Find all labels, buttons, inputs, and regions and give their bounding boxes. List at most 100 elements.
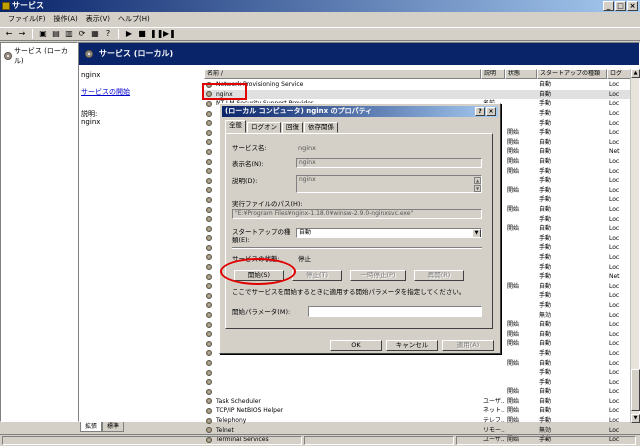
gear-icon xyxy=(4,52,12,60)
tab-dependencies[interactable]: 依存関係 xyxy=(304,122,338,133)
pause-icon[interactable]: ❚❚ xyxy=(150,29,163,39)
ok-button[interactable]: OK xyxy=(330,340,382,351)
gear-icon xyxy=(206,225,212,232)
column-header-logon[interactable]: ログ xyxy=(607,69,631,79)
tab-logon[interactable]: ログオン xyxy=(247,122,281,133)
table-row[interactable]: Telephony テレフ... 開始 手動 Loc xyxy=(204,416,639,426)
cell-logon: Net xyxy=(609,148,620,156)
cell-status: 開始 xyxy=(507,148,520,156)
gear-icon xyxy=(206,100,212,107)
column-header-description[interactable]: 説明 xyxy=(481,69,505,79)
menu-help[interactable]: ヘルプ(H) xyxy=(114,13,154,26)
close-button[interactable]: × xyxy=(627,1,638,11)
dialog-tabs: 全般 ログオン 回復 依存関係 xyxy=(225,120,339,133)
cell-status: 開始 xyxy=(507,282,520,290)
start-params-input[interactable] xyxy=(308,306,482,317)
scroll-up-arrow[interactable]: ▲ xyxy=(474,177,481,184)
help-icon[interactable]: ? xyxy=(103,29,113,39)
properties-icon[interactable]: ▥ xyxy=(64,29,74,39)
up-icon[interactable]: ▣ xyxy=(38,29,48,39)
apply-button: 適用(A) xyxy=(442,340,494,351)
gear-icon xyxy=(206,388,212,395)
start-service-link[interactable]: サービスの開始 xyxy=(81,87,130,97)
cell-logon: Loc xyxy=(609,196,620,204)
back-icon[interactable]: ← xyxy=(4,29,14,39)
tab-extended[interactable]: 拡張 xyxy=(80,422,103,432)
gear-icon xyxy=(206,340,212,347)
forward-icon[interactable]: → xyxy=(17,29,27,39)
table-row[interactable]: 開始 自動 Loc xyxy=(204,387,639,397)
refresh-icon[interactable]: ⟳ xyxy=(77,29,87,39)
cell-name: Telephony xyxy=(216,417,247,425)
exe-path-label: 実行ファイルのパス(H): xyxy=(232,200,303,208)
scroll-thumb[interactable] xyxy=(631,369,640,411)
cell-startup-type: 自動 xyxy=(539,90,552,98)
column-header-name[interactable]: 名前 / xyxy=(204,69,481,79)
cell-logon: Loc xyxy=(609,311,620,319)
table-row[interactable]: Task Scheduler ユーザ... 開始 自動 Loc xyxy=(204,397,639,407)
table-row[interactable]: 手動 Loc xyxy=(204,377,639,387)
dialog-help-button[interactable]: ? xyxy=(475,107,485,116)
menu-view[interactable]: 表示(V) xyxy=(82,13,114,26)
tab-general[interactable]: 全般 xyxy=(225,120,246,133)
cell-name: TCP/IP NetBIOS Helper xyxy=(216,407,284,415)
cell-status: 開始 xyxy=(507,340,520,348)
table-row[interactable]: 手動 Loc xyxy=(204,368,639,378)
restart-icon[interactable]: ▶❚ xyxy=(163,29,176,39)
gear-icon xyxy=(206,350,212,357)
column-header-status[interactable]: 状態 xyxy=(505,69,537,79)
cell-logon: Loc xyxy=(609,397,620,405)
stop-icon[interactable]: ■ xyxy=(137,29,147,39)
tree-icon[interactable]: ▤ xyxy=(51,29,61,39)
table-row[interactable]: Network Provisioning Service 自動 Loc xyxy=(204,80,639,90)
status-panel xyxy=(304,436,454,445)
description-value: nginx xyxy=(81,118,101,126)
maximize-button[interactable]: □ xyxy=(615,1,626,11)
column-header-startup-type[interactable]: スタートアップの種類 xyxy=(537,69,607,79)
tree-item-label: サービス (ローカル) xyxy=(13,47,68,65)
tree-item-services-local[interactable]: サービス (ローカル) xyxy=(4,46,77,66)
gear-icon xyxy=(206,321,212,328)
scroll-down-arrow[interactable]: ▼ xyxy=(631,414,640,423)
cell-logon: Loc xyxy=(609,119,620,127)
dialog-title-bar[interactable]: (ローカル コンピュータ) nginx のプロパティ ? × xyxy=(222,106,498,117)
list-header: 名前 / 説明 状態 スタートアップの種類 ログ xyxy=(204,69,639,79)
gear-icon xyxy=(206,369,212,376)
gear-icon xyxy=(206,139,212,146)
cell-logon: Loc xyxy=(609,388,620,396)
menu-action[interactable]: 操作(A) xyxy=(50,13,82,26)
gear-icon xyxy=(206,177,212,184)
table-row[interactable]: TCP/IP NetBIOS Helper ネット... 開始 自動 Loc xyxy=(204,406,639,416)
description-field[interactable]: nginx ▲ ▼ xyxy=(296,175,482,193)
table-row[interactable]: 開始 自動 Loc xyxy=(204,358,639,368)
vertical-scrollbar[interactable]: ▲ ▼ xyxy=(630,69,640,423)
chevron-down-icon[interactable]: ▼ xyxy=(472,229,481,237)
tab-recovery[interactable]: 回復 xyxy=(282,122,303,133)
cancel-button[interactable]: キャンセル xyxy=(386,340,438,351)
menu-file[interactable]: ファイル(F) xyxy=(4,13,50,26)
gear-icon xyxy=(206,427,212,434)
stop-button: 停止(T) xyxy=(292,270,342,281)
display-name-field[interactable]: nginx xyxy=(296,158,482,168)
cell-startup-type: 自動 xyxy=(539,397,552,405)
tab-standard[interactable]: 標準 xyxy=(102,422,125,432)
console-tree[interactable]: サービス (ローカル) xyxy=(0,42,78,422)
cell-logon: Loc xyxy=(609,369,620,377)
startup-type-label-text: スタートアップの種類(E): xyxy=(232,228,291,244)
startup-type-select[interactable]: 自動 ▼ xyxy=(296,228,482,238)
scroll-down-arrow[interactable]: ▼ xyxy=(474,185,481,192)
table-row[interactable]: nginx 自動 Loc xyxy=(204,89,639,100)
scroll-up-arrow[interactable]: ▲ xyxy=(631,69,640,78)
window-title-bar[interactable]: サービス _ □ × xyxy=(0,0,640,12)
dialog-close-button[interactable]: × xyxy=(486,107,496,116)
cell-logon: Loc xyxy=(609,138,620,146)
pane-header-title: サービス (ローカル) xyxy=(99,49,174,58)
gear-icon xyxy=(206,158,212,165)
gear-icon xyxy=(206,312,212,319)
play-icon[interactable]: ▶ xyxy=(124,29,134,39)
cell-logon: Loc xyxy=(609,263,620,271)
minimize-button[interactable]: _ xyxy=(603,1,614,11)
cell-status: 開始 xyxy=(507,417,520,425)
cell-status: 開始 xyxy=(507,330,520,338)
export-icon[interactable]: ▦ xyxy=(90,29,100,39)
